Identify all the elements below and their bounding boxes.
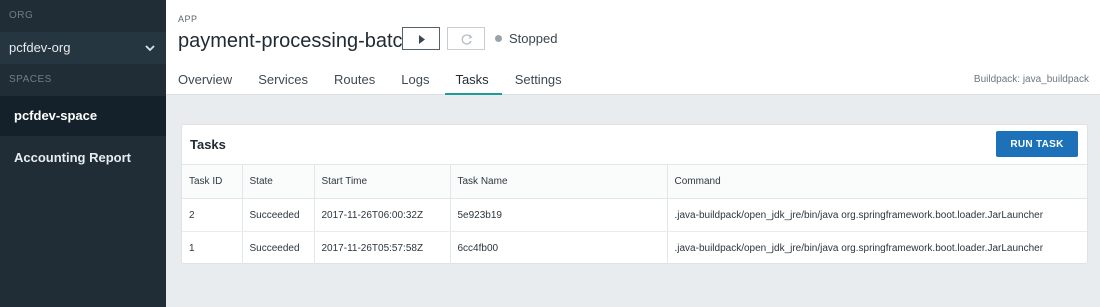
start-button[interactable] <box>402 27 440 50</box>
tab-bar: Overview Services Routes Logs Tasks Sett… <box>178 72 588 96</box>
cell-task-id: 1 <box>189 242 195 254</box>
app-eyebrow: APP <box>178 14 198 24</box>
cell-state: Succeeded <box>241 198 314 232</box>
column-header-task-id[interactable]: Task ID <box>182 164 242 199</box>
column-header-start-time[interactable]: Start Time <box>313 164 450 199</box>
tab-services[interactable]: Services <box>258 72 308 95</box>
cell-task-name: 6cc4fb00 <box>449 231 667 265</box>
tab-tasks[interactable]: Tasks <box>445 72 503 95</box>
run-task-button[interactable]: RUN TASK <box>996 131 1078 157</box>
tab-routes[interactable]: Routes <box>334 72 375 95</box>
status-text: Stopped <box>509 31 558 46</box>
spaces-section-label: SPACES <box>9 74 52 85</box>
column-header-state[interactable]: State <box>241 164 314 199</box>
org-selector[interactable]: pcfdev-org <box>0 32 166 64</box>
tasks-panel: Tasks RUN TASK Task ID State Start Time … <box>181 124 1088 265</box>
cell-state: Succeeded <box>241 231 314 265</box>
panel-title: Tasks <box>190 137 226 152</box>
cell-command: .java-buildpack/open_jdk_jre/bin/java or… <box>666 198 1087 232</box>
tab-logs[interactable]: Logs <box>401 72 429 95</box>
sidebar-item-label: pcfdev-space <box>14 108 98 123</box>
column-header-command[interactable]: Command <box>666 164 1087 199</box>
play-icon <box>419 35 425 44</box>
buildpack-label: Buildpack: java_buildpack <box>973 74 1089 85</box>
sidebar-item-accounting-report[interactable]: Accounting Report <box>0 136 166 180</box>
cell-task-id: 2 <box>182 198 242 232</box>
table-row: 2 Succeeded 2017-11-26T06:00:32Z 5e923b1… <box>182 198 1087 232</box>
chevron-down-icon <box>145 45 155 52</box>
cell-start-time: 2017-11-26T05:57:58Z <box>313 231 450 265</box>
refresh-icon <box>461 34 473 45</box>
cell-command: .java-buildpack/open_jdk_jre/bin/java or… <box>666 231 1087 265</box>
sidebar: ORG pcfdev-org SPACES pcfdev-space Accou… <box>0 0 166 307</box>
column-header-task-name[interactable]: Task Name <box>449 164 667 199</box>
org-name: pcfdev-org <box>9 40 71 55</box>
status-dot <box>495 35 502 42</box>
restart-button[interactable] <box>447 27 485 50</box>
org-section-label: ORG <box>9 10 34 21</box>
app-header: APP payment-processing-batch Stopped Ove… <box>166 0 1100 95</box>
table-row: 1 Succeeded 2017-11-26T05:57:58Z 6cc4fb0… <box>182 231 1087 265</box>
sidebar-item-pcfdev-space[interactable]: pcfdev-space <box>0 96 166 136</box>
cell-start-time: 2017-11-26T06:00:32Z <box>313 198 450 232</box>
page-title: payment-processing-batch <box>178 30 414 52</box>
tab-overview[interactable]: Overview <box>178 72 232 95</box>
table-header-row: Task ID State Start Time Task Name Comma… <box>182 164 1087 199</box>
tasks-table: Task ID State Start Time Task Name Comma… <box>182 164 1087 265</box>
tab-settings[interactable]: Settings <box>515 72 562 95</box>
cell-task-name: 5e923b19 <box>449 198 667 232</box>
sidebar-item-label: Accounting Report <box>14 150 131 165</box>
